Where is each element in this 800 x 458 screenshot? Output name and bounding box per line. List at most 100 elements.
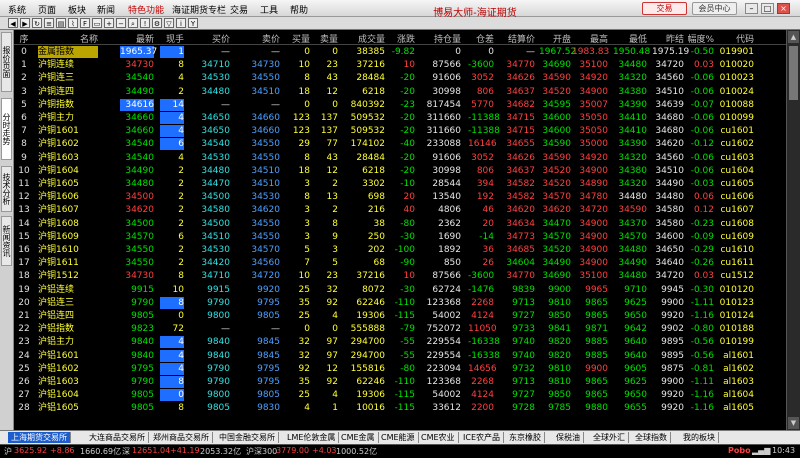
column-header-14[interactable]: 最高 <box>572 32 608 45</box>
table-row[interactable]: 1 沪铜连续 34730 8 34710 34730 10 23 37216 10 87566 -36… <box>14 59 786 71</box>
cell-1[interactable]: 沪铝1604 <box>38 389 98 401</box>
cell-1[interactable]: 沪铝1605 <box>38 402 98 414</box>
market-tab-1[interactable]: 大连商品交易所 <box>86 432 149 443</box>
table-row[interactable]: 19 沪铝连续 9915 10 9915 9920 25 32 8072 -30 62724 -147… <box>14 284 786 296</box>
filter-icon[interactable]: ▽ <box>164 18 174 28</box>
sidebar-tab-2[interactable]: 技术分析 <box>1 166 12 212</box>
table-row[interactable]: 8 沪铜1602 34540 6 34540 34550 29 77 174102 -40 2330… <box>14 138 786 151</box>
market-tab-6[interactable]: CME能源 <box>378 432 419 443</box>
cell-1[interactable]: 沪铜1604 <box>38 165 98 177</box>
cell-1[interactable]: 沪铝主力 <box>38 336 98 348</box>
table-row[interactable]: 20 沪铝连三 9790 8 9790 9795 35 92 62246 -110 123368 22… <box>14 296 786 309</box>
sidebar-tab-3[interactable]: 新闻资讯 <box>1 216 12 266</box>
market-tab-11[interactable]: 全球外汇 <box>590 432 629 443</box>
minimize-button[interactable]: – <box>745 3 758 14</box>
table-row[interactable]: 16 沪铜1610 34550 2 34530 34570 5 3 202 -100 1892 36 3… <box>14 244 786 256</box>
column-header-11[interactable]: 仓差 <box>468 32 494 45</box>
menu-item-8[interactable]: 帮助 <box>290 3 308 16</box>
column-header-7[interactable]: 卖量 <box>318 32 338 45</box>
menu-item-2[interactable]: 板块 <box>68 3 86 16</box>
maximize-button[interactable]: □ <box>761 3 774 14</box>
cell-1[interactable]: 沪铜1512 <box>38 270 98 282</box>
yes-icon[interactable]: Y <box>188 18 198 28</box>
f10-icon[interactable]: F <box>80 18 90 28</box>
table-row[interactable]: 5 沪铜指数 34616 14 — — 0 0 840392 -23 817454 5770 34682… <box>14 98 786 111</box>
market-tab-3[interactable]: 中国金融交易所 <box>216 432 279 443</box>
scrollbar-thumb[interactable] <box>789 46 798 100</box>
cell-1[interactable]: 沪铜连三 <box>38 72 98 84</box>
trade-button[interactable]: 交易 <box>642 2 687 15</box>
table-row[interactable]: 23 沪铝主力 9840 4 9840 9845 32 97 294700 -55 229554 -1… <box>14 336 786 349</box>
list-icon[interactable]: ≡ <box>44 18 54 28</box>
column-header-10[interactable]: 持仓量 <box>421 32 461 45</box>
table-row[interactable]: 17 沪铜1611 34550 2 34420 34560 7 5 68 -90 850 26 3460… <box>14 257 786 269</box>
market-tab-2[interactable]: 郑州商品交易所 <box>150 432 213 443</box>
column-header-6[interactable]: 买量 <box>290 32 310 45</box>
cell-1[interactable]: 沪铜主力 <box>38 112 98 124</box>
forward-icon[interactable]: ▶ <box>20 18 30 28</box>
table-row[interactable]: 7 沪铜1601 34660 4 34650 34660 123 137 509532 -20 31… <box>14 125 786 138</box>
table-row[interactable]: 13 沪铜1607 34620 2 34580 34620 3 2 216 40 4806 46 346… <box>14 204 786 216</box>
cell-1[interactable]: 沪铜1601 <box>38 125 98 137</box>
cell-1[interactable]: 沪铜1609 <box>38 231 98 243</box>
screen-icon[interactable]: ▭ <box>92 18 102 28</box>
table-row[interactable]: 6 沪铜主力 34660 4 34650 34660 123 137 509532 -20 3116… <box>14 112 786 124</box>
cell-1[interactable]: 沪铝1601 <box>38 350 98 362</box>
cell-1[interactable]: 沪铜指数 <box>38 99 98 111</box>
table-row[interactable]: 24 沪铝1601 9840 4 9840 9845 32 97 294700 -55 229554… <box>14 349 786 362</box>
table-row[interactable]: 2 沪铜连三 34540 4 34530 34550 8 43 28484 -20 91606 305… <box>14 72 786 84</box>
back-icon[interactable]: ◀ <box>8 18 18 28</box>
market-tab-4[interactable]: LME伦敦金属 <box>284 432 340 443</box>
refresh-icon[interactable]: ↻ <box>32 18 42 28</box>
column-header-2[interactable]: 最新 <box>120 32 154 45</box>
market-tab-8[interactable]: ICE农产品 <box>460 432 504 443</box>
table-row[interactable]: 21 沪铝连四 9805 0 9800 9805 25 4 19306 -115 54002 4124… <box>14 310 786 322</box>
column-header-16[interactable]: 昨结 <box>652 32 684 45</box>
vertical-scrollbar[interactable]: ▲ ▼ <box>786 30 800 430</box>
menu-item-4[interactable]: 特色功能 <box>128 3 164 16</box>
table-row[interactable]: 27 沪铝1604 9805 0 9800 9805 25 4 19306 -115 54002 41… <box>14 389 786 402</box>
cell-1[interactable]: 沪铝1603 <box>38 376 98 388</box>
cell-1[interactable]: 沪铝连续 <box>38 284 98 296</box>
settings-icon[interactable]: ⚙ <box>152 18 162 28</box>
table-row[interactable]: 22 沪铝指数 9823 72 — — 0 0 555888 -79 752072 11050 9733… <box>14 323 786 335</box>
zoom-in-icon[interactable]: + <box>104 18 114 28</box>
menu-item-1[interactable]: 页面 <box>38 3 56 16</box>
table-row[interactable]: 18 沪铜1512 34730 8 34710 34720 10 23 37216 10 87566… <box>14 270 786 282</box>
column-header-18[interactable]: 代码 <box>718 32 754 45</box>
alert-icon[interactable]: ! <box>140 18 150 28</box>
scroll-down-icon[interactable]: ▼ <box>788 417 799 429</box>
market-tab-12[interactable]: 全球指数 <box>632 432 671 443</box>
market-tab-10[interactable]: 保税油 <box>553 432 584 443</box>
column-header-9[interactable]: 涨跌 <box>391 32 415 45</box>
market-tab-0[interactable]: 上海期货交易所 <box>8 432 71 443</box>
column-header-15[interactable]: 最低 <box>613 32 647 45</box>
column-header-8[interactable]: 成交量 <box>345 32 385 45</box>
menu-item-5[interactable]: 海证期货专栏 <box>172 3 226 16</box>
tick-icon[interactable]: ⌇ <box>68 18 78 28</box>
table-row[interactable]: 15 沪铜1609 34570 6 34510 34550 3 9 250 -30 1690 -14 3… <box>14 231 786 243</box>
table-row[interactable]: 25 沪铝1602 9795 4 9790 9795 92 12 155816 -80 223094… <box>14 362 786 375</box>
search-icon[interactable]: ⌕ <box>128 18 138 28</box>
column-header-1[interactable]: 名称 <box>38 32 98 45</box>
cell-1[interactable]: 沪铜1607 <box>38 204 98 216</box>
table-row[interactable]: 14 沪铜1608 34500 2 34500 34550 3 8 38 -80 2362 20 346… <box>14 218 786 230</box>
member-center-button[interactable]: 会员中心 <box>692 2 737 15</box>
cell-1[interactable]: 沪铜连四 <box>38 86 98 98</box>
cell-1[interactable]: 沪铝连三 <box>38 297 98 309</box>
cell-1[interactable]: 沪铜1610 <box>38 244 98 256</box>
table-row[interactable]: 10 沪铜1604 34490 2 34480 34510 18 12 6218 -20 30998… <box>14 165 786 177</box>
table-row[interactable]: 0 金属指数 1965.37 1 — — 0 0 38385 -9.82 0 0 — 1967.52 198… <box>14 46 786 58</box>
cell-1[interactable]: 沪铜连续 <box>38 59 98 71</box>
cell-1[interactable]: 沪铝连四 <box>38 310 98 322</box>
sidebar-tab-1[interactable]: 分时走势 <box>1 98 12 160</box>
menu-item-0[interactable]: 系统 <box>8 3 26 16</box>
market-tab-13[interactable]: 我的板块 <box>680 432 719 443</box>
menu-item-3[interactable]: 新闻 <box>97 3 115 16</box>
column-header-3[interactable]: 现手 <box>160 32 184 45</box>
table-row[interactable]: 26 沪铝1603 9790 8 9790 9795 35 92 62246 -110 123368… <box>14 376 786 388</box>
close-button[interactable]: × <box>777 3 790 14</box>
chart-icon[interactable]: ▤ <box>56 18 66 28</box>
table-row[interactable]: 12 沪铜1606 34500 2 34500 34530 8 13 698 20 13540 192… <box>14 191 786 203</box>
market-tab-5[interactable]: CME金属 <box>338 432 379 443</box>
